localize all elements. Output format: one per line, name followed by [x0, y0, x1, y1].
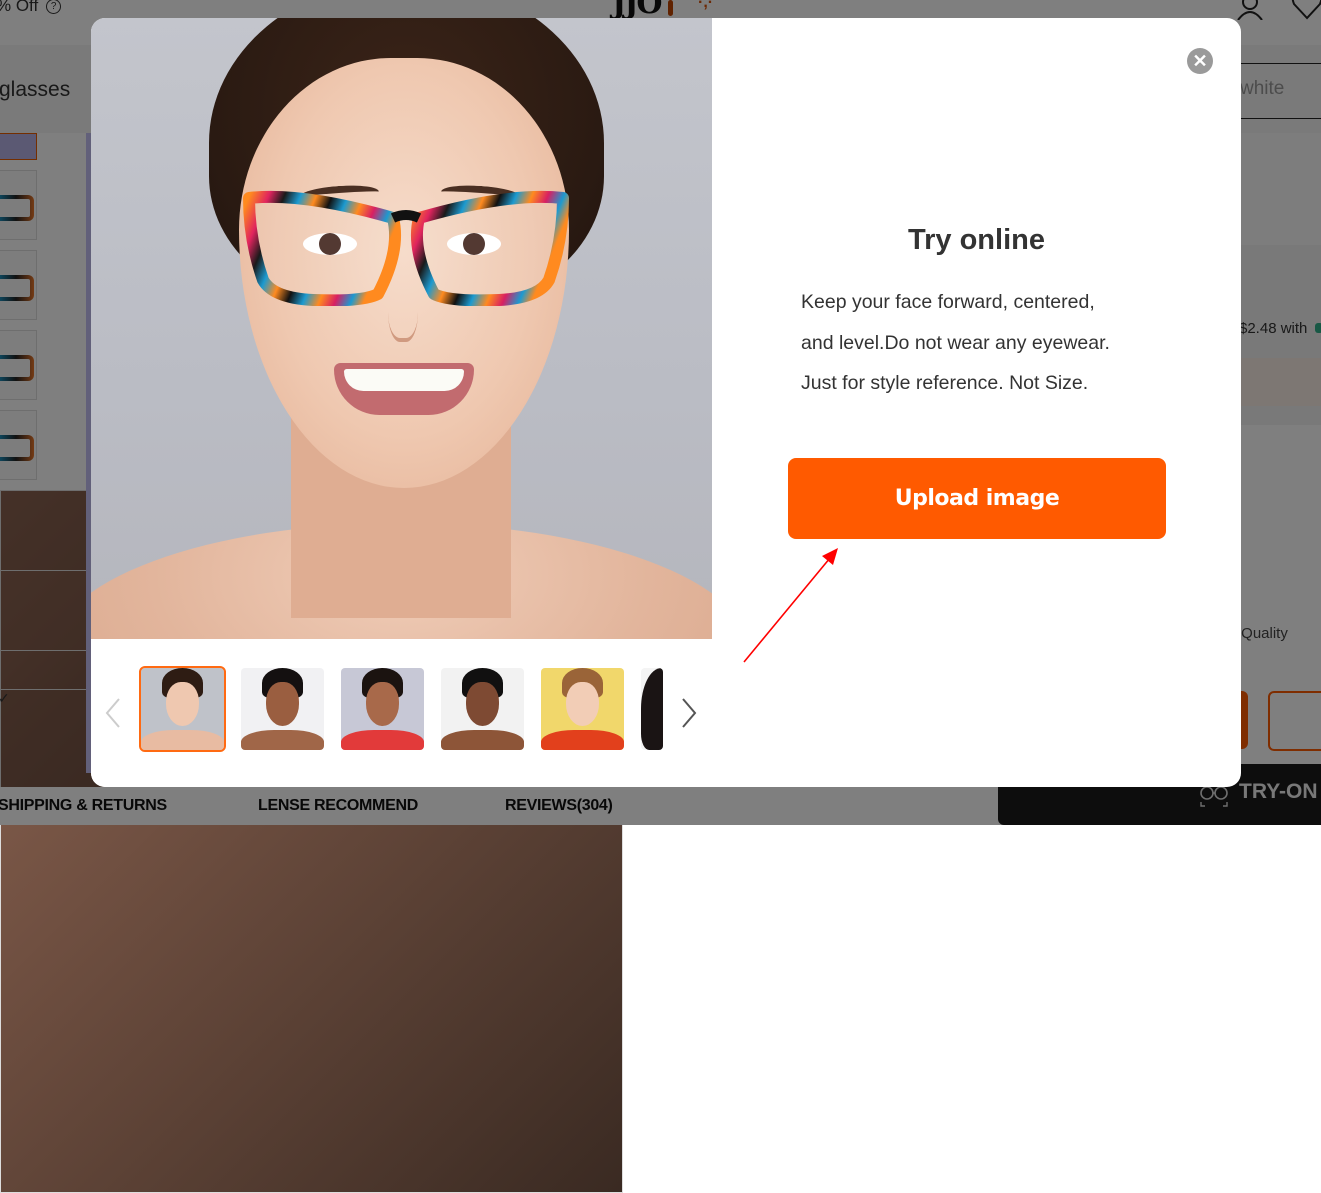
instruction-line: Keep your face forward, centered, [801, 291, 1095, 313]
thumbnail-body [441, 730, 524, 750]
model-smile [334, 363, 474, 415]
model-thumbnail[interactable] [541, 668, 624, 750]
try-online-panel: ✕ Try online Keep your face forward, cen… [712, 18, 1241, 787]
model-thumbnail[interactable] [341, 668, 424, 750]
annotation-arrow-icon [743, 548, 838, 663]
model-thumbnail-carousel [91, 639, 712, 787]
modal-title: Try online [908, 224, 1045, 256]
virtual-glasses-overlay [243, 190, 569, 306]
thumbnail-face [166, 682, 199, 726]
thumbnail-face [266, 682, 299, 726]
thumbnail-hair [641, 668, 663, 750]
thumbnail-body [241, 730, 324, 750]
model-preview-photo [91, 18, 712, 639]
thumbnail-face [366, 682, 399, 726]
model-thumbnail[interactable] [241, 668, 324, 750]
close-icon[interactable]: ✕ [1187, 48, 1213, 74]
upload-image-button[interactable]: Upload image [788, 458, 1166, 539]
thumbnail-face [466, 682, 499, 726]
thumbnail-body [341, 730, 424, 750]
chevron-right-icon[interactable] [679, 695, 699, 731]
instructions: Keep your face forward, centered, and le… [801, 282, 1181, 404]
instruction-line: Just for style reference. Not Size. [801, 372, 1089, 394]
chevron-left-icon[interactable] [103, 695, 123, 731]
thumbnail-body [541, 730, 624, 750]
try-on-modal: ✕ Try online Keep your face forward, cen… [91, 18, 1241, 787]
instruction-line: and level.Do not wear any eyewear. [801, 331, 1110, 354]
thumbnail-body [141, 730, 224, 750]
thumbnail-face [566, 682, 599, 726]
model-thumbnail[interactable] [641, 668, 663, 750]
model-thumbnail[interactable] [139, 666, 226, 752]
model-thumbnail[interactable] [441, 668, 524, 750]
